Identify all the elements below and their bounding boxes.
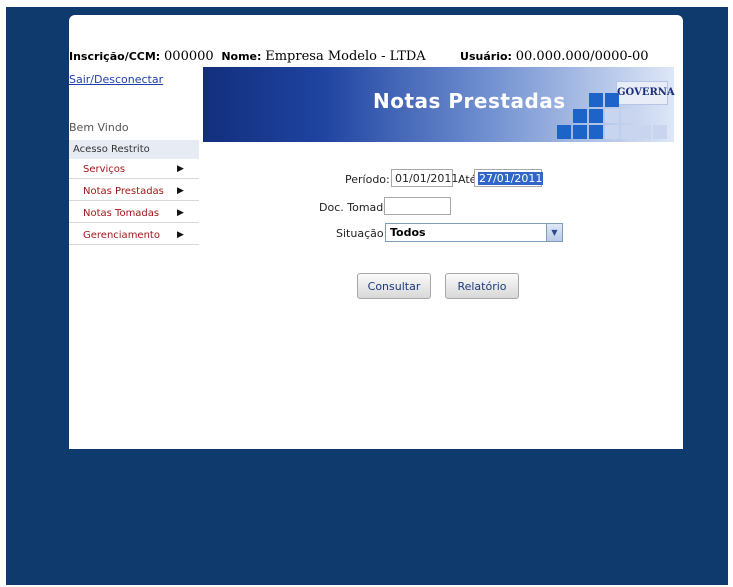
app-window: Inscrição/CCM: 000000 Nome: Empresa Mode… (6, 7, 728, 585)
periodo-label: Período: (345, 173, 390, 186)
welcome-text: Bem Vindo (69, 121, 129, 134)
sidebar-section-header: Acesso Restrito (69, 140, 199, 159)
nome-label: Nome: (221, 50, 262, 63)
inscricao-label: Inscrição/CCM: (69, 50, 161, 63)
page-title: Notas Prestadas (373, 89, 566, 113)
governa-logo: GOVERNA (616, 81, 675, 105)
sidebar-item-label: Serviços (83, 164, 126, 175)
usuario-label: Usuário: (460, 50, 512, 63)
situacao-label: Situação: (336, 227, 388, 240)
chevron-right-icon: ▶ (177, 208, 184, 218)
usuario-value: 00.000.000/0000-00 (515, 49, 649, 64)
sidebar-item-label: Notas Tomadas (83, 208, 160, 219)
inscricao-value: 000000 (164, 49, 214, 64)
chevron-down-icon[interactable]: ▼ (546, 224, 562, 241)
consultar-button[interactable]: Consultar (357, 273, 431, 299)
sidebar-item-label: Notas Prestadas (83, 186, 164, 197)
doc-tomador-input[interactable] (384, 197, 451, 215)
situacao-select[interactable]: Todos ▼ (385, 223, 563, 242)
chevron-right-icon: ▶ (177, 164, 184, 174)
main-panel: Inscrição/CCM: 000000 Nome: Empresa Mode… (69, 15, 683, 449)
sidebar-item-label: Gerenciamento (83, 230, 160, 241)
sidebar-item-servicos[interactable]: Serviços ▶ (69, 160, 199, 179)
periodo-start-input[interactable]: 01/01/2011 (391, 169, 458, 187)
sidebar-item-gerenciamento[interactable]: Gerenciamento ▶ (69, 226, 199, 245)
page-banner: Notas Prestadas GOVERNA (203, 67, 675, 142)
situacao-value: Todos (390, 226, 426, 239)
sidebar-item-notas-tomadas[interactable]: Notas Tomadas ▶ (69, 204, 199, 223)
chevron-right-icon: ▶ (177, 186, 184, 196)
periodo-end-value: 27/01/2011 (478, 172, 544, 185)
nome-value: Empresa Modelo - LTDA (265, 49, 426, 64)
sidebar-item-notas-prestadas[interactable]: Notas Prestadas ▶ (69, 182, 199, 201)
logout-link[interactable]: Sair/Desconectar (69, 73, 163, 86)
periodo-end-input[interactable]: 27/01/2011 (474, 169, 544, 187)
account-info-bar: Inscrição/CCM: 000000 Nome: Empresa Mode… (69, 49, 649, 64)
chevron-right-icon: ▶ (177, 230, 184, 240)
relatorio-button[interactable]: Relatório (445, 273, 519, 299)
